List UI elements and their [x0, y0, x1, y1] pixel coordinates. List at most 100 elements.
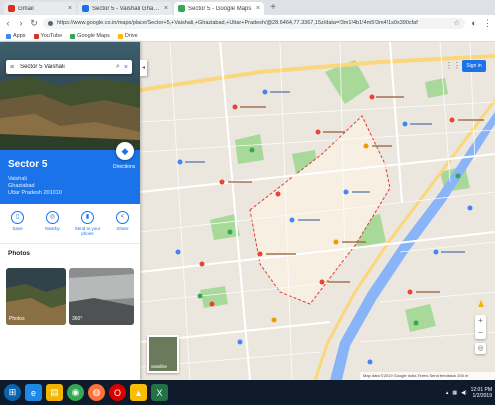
- bookmarks-bar: Apps YouTube Google Maps Drive: [0, 31, 495, 42]
- browser-tab-1[interactable]: Gmail ×: [4, 2, 76, 15]
- browser-tab-strip: Gmail × Sector 5 - Vaishali Ghaziabad × …: [0, 0, 495, 15]
- opera-icon[interactable]: O: [109, 384, 126, 401]
- browser-tab-active[interactable]: Sector 5 - Google Maps ×: [174, 2, 264, 15]
- share-icon: <: [116, 211, 129, 224]
- satellite-toggle[interactable]: Satellite: [147, 335, 179, 373]
- park: [405, 304, 436, 332]
- ie-icon[interactable]: e: [25, 384, 42, 401]
- maps-favicon-icon: [82, 5, 89, 12]
- tab-title: Sector 5 - Vaishali Ghaziabad: [92, 5, 161, 12]
- photo-thumbnail[interactable]: Photos: [6, 268, 66, 325]
- photo-label: 360°: [72, 316, 83, 322]
- map-graphic: [140, 42, 495, 380]
- maps-favicon-icon: [178, 5, 185, 12]
- search-input[interactable]: [18, 63, 112, 71]
- chrome-icon[interactable]: ◉: [67, 384, 84, 401]
- place-address-line: Vaishali: [8, 176, 27, 182]
- clock[interactable]: 12:01 PM 1/2/2019: [471, 387, 492, 399]
- apps-grid-icon: [6, 33, 11, 39]
- directions-label: Directions: [113, 164, 136, 170]
- maps-icon: [70, 33, 76, 39]
- action-label: Share: [116, 226, 129, 231]
- place-address-line: Uttar Pradesh 201010: [8, 190, 62, 196]
- my-location-icon[interactable]: ◎: [475, 343, 486, 354]
- reload-icon[interactable]: ↻: [30, 18, 38, 29]
- bookmark-youtube[interactable]: YouTube: [33, 33, 63, 39]
- action-label: Nearby: [45, 226, 60, 231]
- url-text[interactable]: https://www.google.co.in/maps/place/Sect…: [57, 20, 450, 26]
- place-actions: ▯ Save ◎ Nearby ▮ Send to your phone < S…: [0, 204, 140, 244]
- gmail-favicon-icon: [8, 5, 15, 12]
- photos-heading: Photos: [8, 250, 31, 257]
- nearby-icon: ◎: [46, 211, 59, 224]
- tray-arrow-icon[interactable]: ▴: [446, 390, 449, 396]
- nearby-button[interactable]: ◎ Nearby: [40, 211, 66, 231]
- bookmark-label: Drive: [124, 33, 138, 39]
- bookmark-label: Google Maps: [77, 33, 110, 39]
- clock-time: 12:01 PM: [470, 386, 492, 393]
- firefox-icon[interactable]: ◍: [88, 384, 105, 401]
- extension-icon[interactable]: ◐: [470, 18, 478, 28]
- excel-icon[interactable]: X: [151, 384, 168, 401]
- bookmark-apps[interactable]: Apps: [6, 33, 26, 39]
- action-label: Save: [12, 226, 23, 231]
- browser-menu-icon[interactable]: ⋮: [483, 18, 492, 29]
- zoom-out-button[interactable]: −: [475, 327, 486, 339]
- lock-icon: [48, 20, 53, 26]
- system-tray: ▴ ▦ ◀) 12:01 PM 1/2/2019: [446, 380, 492, 405]
- bookmark-drive[interactable]: Drive: [117, 33, 138, 39]
- place-hero-photo[interactable]: [0, 42, 140, 150]
- back-icon[interactable]: ‹: [4, 18, 12, 28]
- place-side-panel: ≡ ⌕ × Sector 5 Vaishali Ghaziabad Uttar …: [0, 42, 140, 380]
- search-icon[interactable]: ⌕: [116, 63, 120, 71]
- close-tab-icon[interactable]: ×: [256, 5, 260, 12]
- bookmark-label: YouTube: [40, 33, 63, 39]
- save-button[interactable]: ▯ Save: [5, 211, 31, 231]
- windows-taskbar: ⊞ e ▤ ◉ ◍ O ▲ X ▴ ▦ ◀) 12:01 PM 1/2/2019: [0, 380, 495, 405]
- map-attribution: Map data ©2019 Google India Terms Send f…: [360, 372, 495, 380]
- bookmark-label: Apps: [13, 33, 26, 39]
- map-canvas[interactable]: ⋮⋮ Sign in ♟ + − ◎ Satellite Map data ©2…: [140, 42, 495, 380]
- hero-photo-graphic: [0, 42, 140, 150]
- clear-search-icon[interactable]: ×: [124, 64, 128, 71]
- browser-tab-2[interactable]: Sector 5 - Vaishali Ghaziabad ×: [78, 2, 172, 15]
- photo-label: Photos: [9, 316, 25, 322]
- close-tab-icon[interactable]: ×: [68, 5, 72, 12]
- vlc-icon[interactable]: ▲: [130, 384, 147, 401]
- collapse-panel-button[interactable]: ◂: [140, 60, 147, 76]
- volume-icon[interactable]: ◀): [461, 390, 467, 396]
- close-tab-icon[interactable]: ×: [164, 5, 168, 12]
- bookmark-star-icon[interactable]: ☆: [454, 19, 460, 27]
- zoom-in-button[interactable]: +: [475, 315, 486, 327]
- start-icon[interactable]: ⊞: [4, 384, 21, 401]
- place-address-line: Ghaziabad: [8, 183, 35, 189]
- screen: Gmail × Sector 5 - Vaishali Ghaziabad × …: [0, 0, 495, 405]
- address-toolbar: ‹ › ↻ https://www.google.co.in/maps/plac…: [0, 15, 495, 31]
- new-tab-button[interactable]: +: [268, 3, 278, 13]
- bookmark-icon: ▯: [11, 211, 24, 224]
- youtube-icon: [33, 33, 39, 39]
- phone-icon: ▮: [81, 211, 94, 224]
- directions-icon: ◆: [121, 145, 129, 156]
- send-to-phone-button[interactable]: ▮ Send to your phone: [75, 211, 101, 236]
- tab-title: Sector 5 - Google Maps: [188, 5, 252, 12]
- satellite-label: Satellite: [151, 364, 168, 369]
- place-title: Sector 5: [8, 159, 48, 170]
- clock-date: 1/2/2019: [472, 392, 492, 399]
- sign-in-button[interactable]: Sign in: [462, 60, 486, 72]
- tab-title: Gmail: [18, 5, 34, 12]
- bookmark-maps[interactable]: Google Maps: [70, 33, 110, 39]
- address-bar[interactable]: https://www.google.co.in/maps/place/Sect…: [43, 17, 465, 29]
- search-box[interactable]: ≡ ⌕ ×: [6, 60, 132, 74]
- zoom-controls: + −: [475, 315, 486, 339]
- share-button[interactable]: < Share: [110, 211, 136, 231]
- photo-360-thumbnail[interactable]: 360°: [69, 268, 134, 325]
- action-label: Send to your phone: [74, 226, 101, 236]
- google-apps-icon[interactable]: ⋮⋮: [445, 61, 461, 71]
- pegman-icon[interactable]: ♟: [477, 298, 485, 310]
- explorer-icon[interactable]: ▤: [46, 384, 63, 401]
- network-icon[interactable]: ▦: [452, 390, 457, 396]
- directions-button[interactable]: ◆: [116, 142, 134, 160]
- hamburger-menu-icon[interactable]: ≡: [10, 64, 14, 71]
- forward-icon[interactable]: ›: [17, 18, 25, 28]
